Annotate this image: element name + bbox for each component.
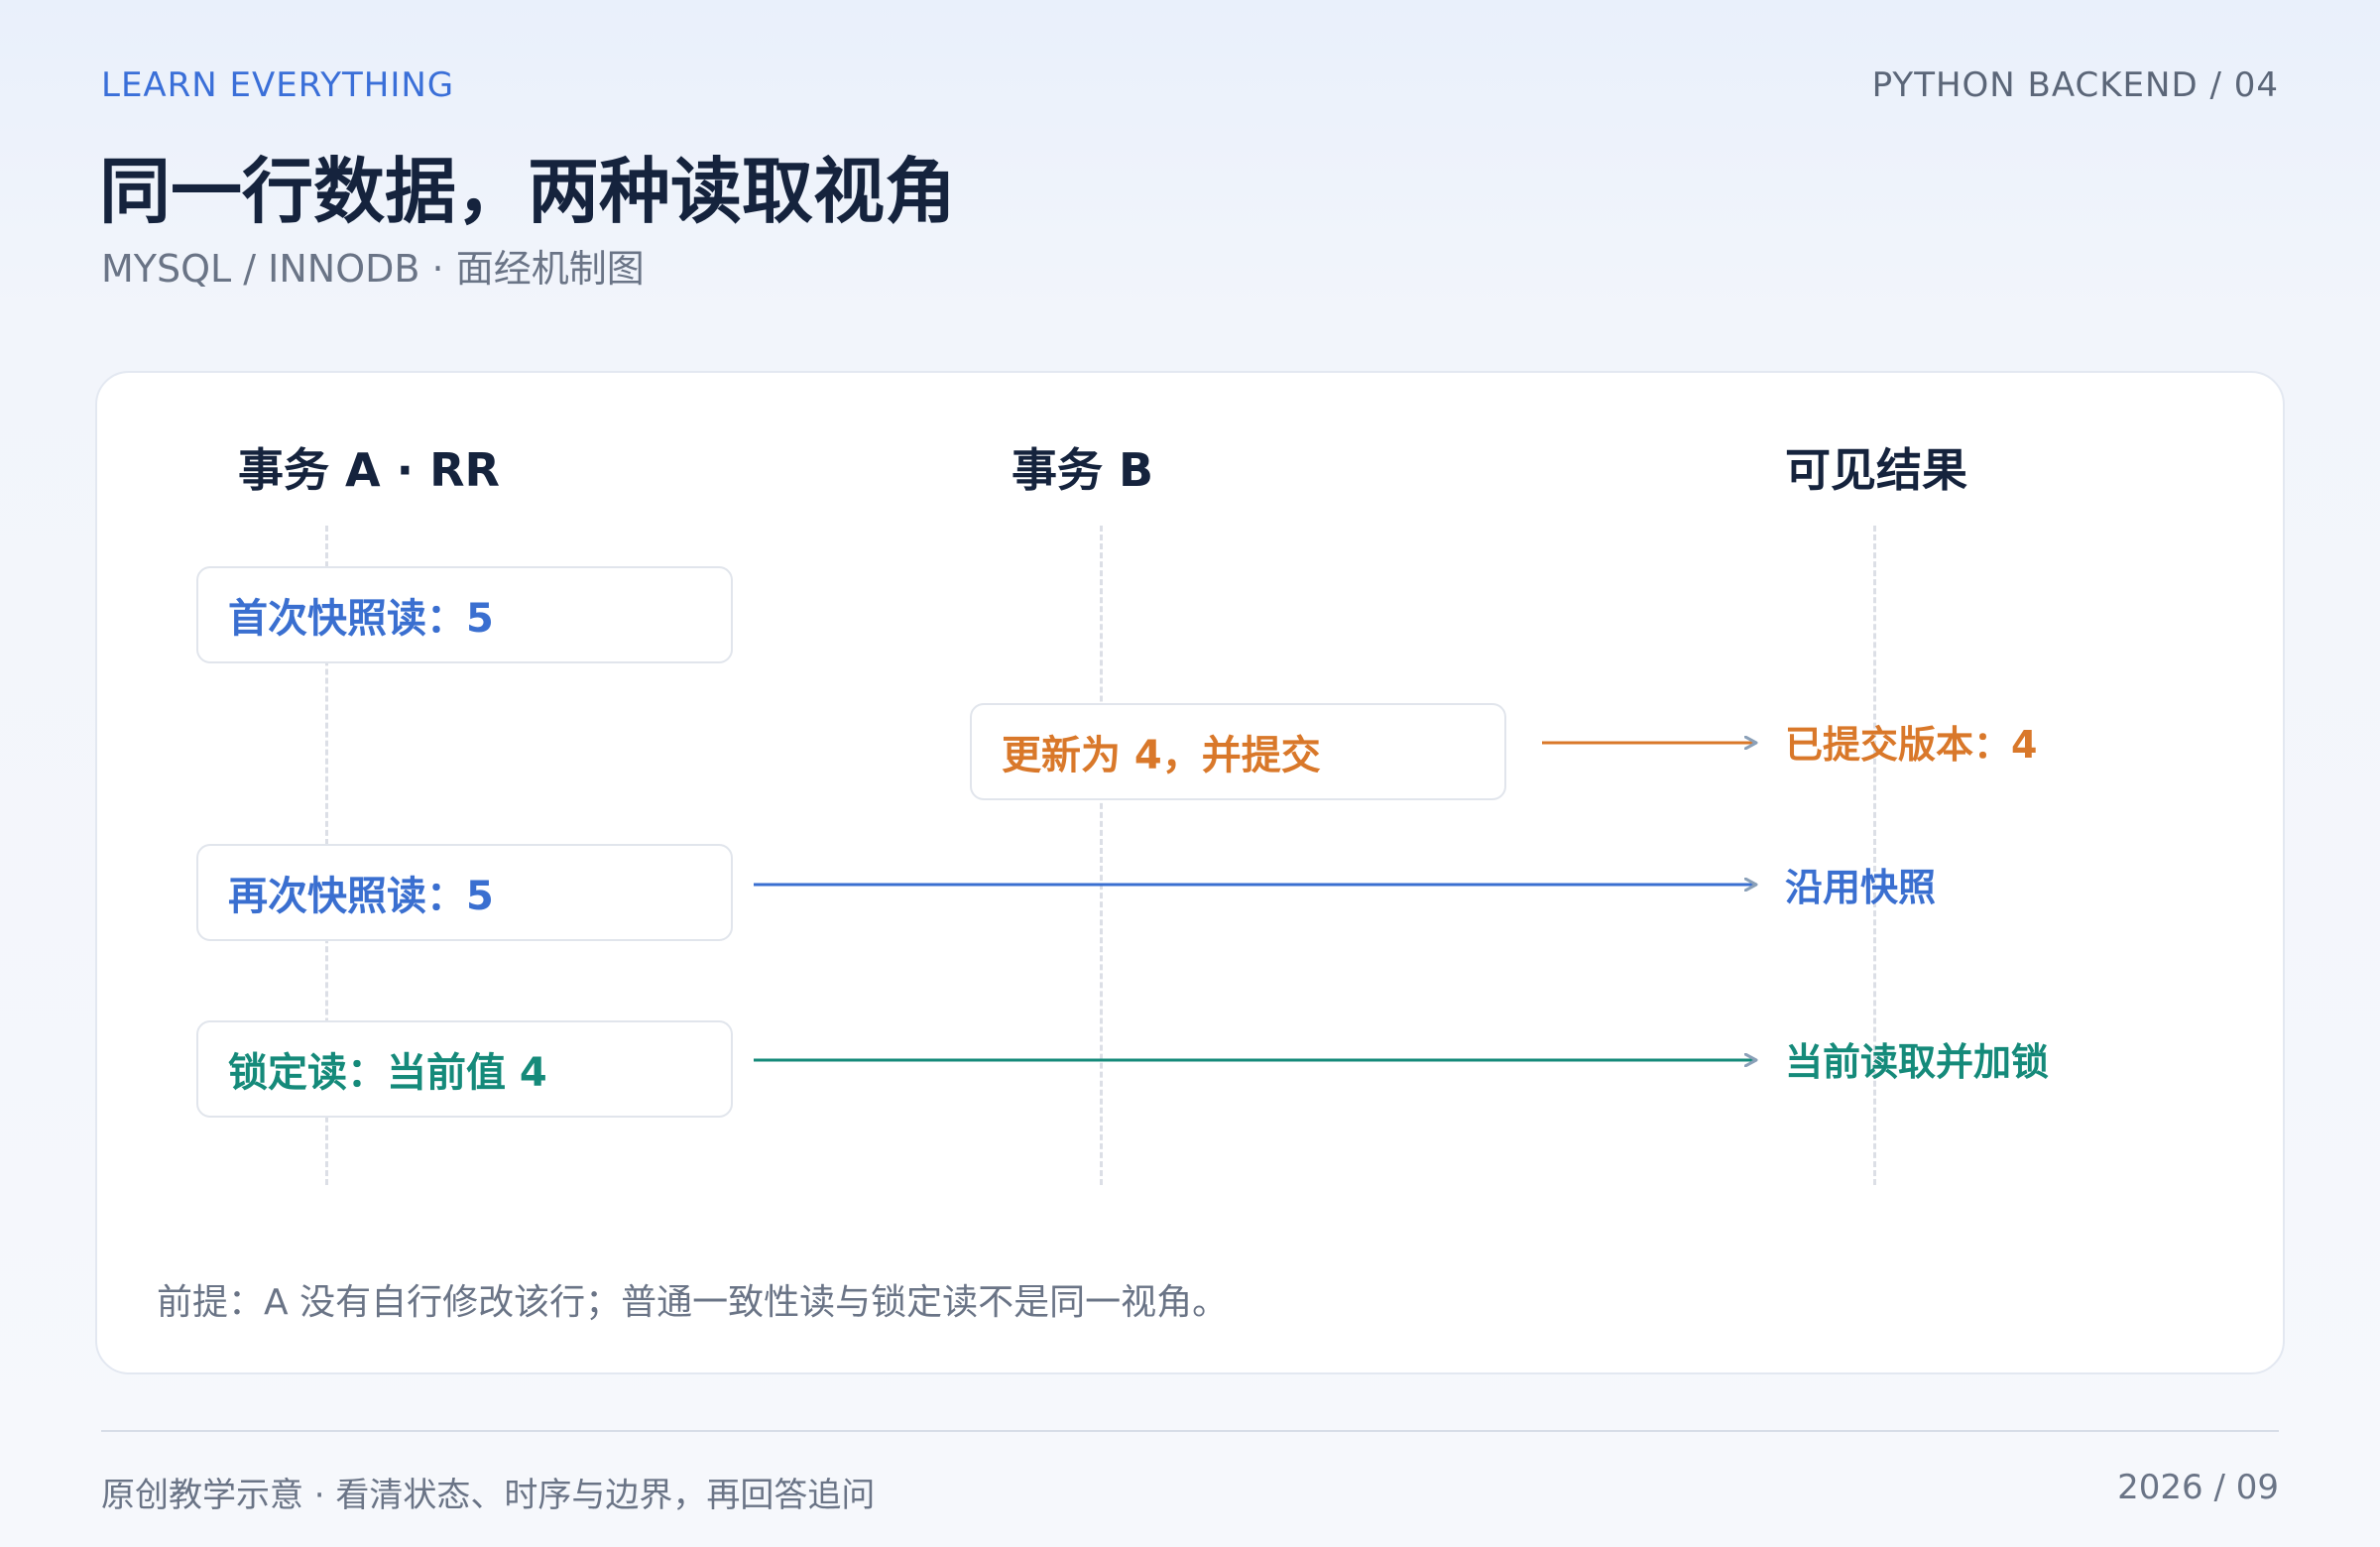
footer-date: 2026 / 09 [2117,1468,2279,1507]
premise-note: 前提：A 没有自行修改该行；普通一致性读与锁定读不是同一视角。 [157,1282,1229,1323]
result-current-read-lock: 当前读取并加锁 [1785,1040,2050,1084]
result-committed-version: 已提交版本：4 [1785,723,2038,767]
footer-caption: 原创教学示意 · 看清状态、时序与边界，再回答追问 [101,1476,876,1515]
result-keep-snapshot: 沿用快照 [1785,866,1937,909]
footer-divider [101,1430,2279,1432]
